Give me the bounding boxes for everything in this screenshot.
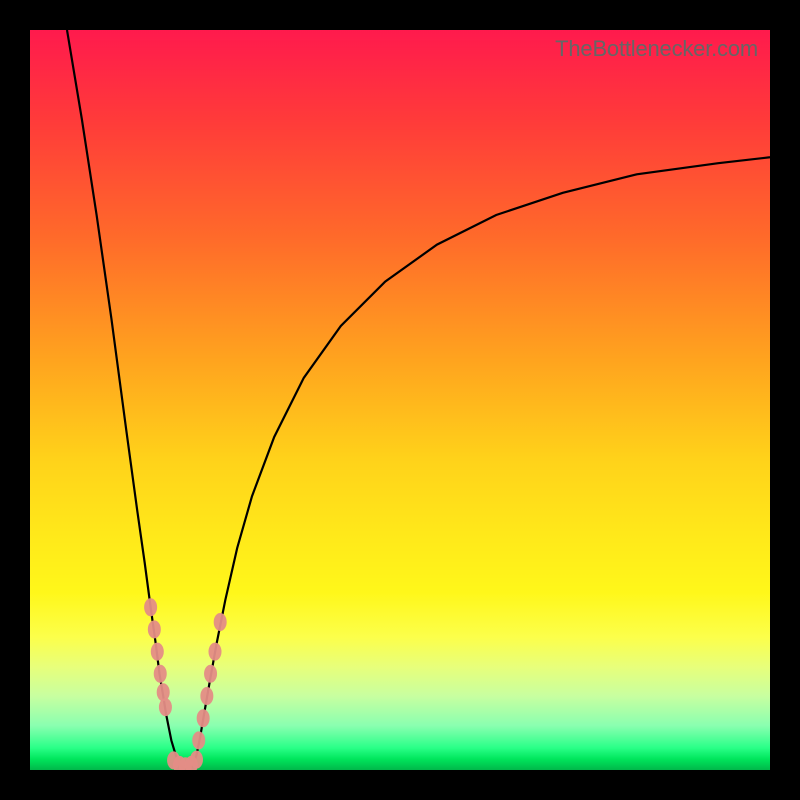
data-marker (197, 709, 210, 727)
data-marker (157, 683, 170, 701)
data-marker (144, 598, 157, 616)
curve-svg (30, 30, 770, 770)
left-branch-curve (67, 30, 180, 766)
data-marker (209, 643, 222, 661)
data-marker (192, 731, 205, 749)
data-marker (204, 665, 217, 683)
marker-group (144, 598, 227, 770)
data-marker (154, 665, 167, 683)
data-marker (148, 620, 161, 638)
data-marker (190, 751, 203, 769)
data-marker (200, 687, 213, 705)
right-branch-curve (193, 157, 770, 765)
plot-area: TheBottlenecker.com (30, 30, 770, 770)
chart-frame: TheBottlenecker.com (0, 0, 800, 800)
data-marker (214, 613, 227, 631)
data-marker (159, 698, 172, 716)
data-marker (151, 643, 164, 661)
